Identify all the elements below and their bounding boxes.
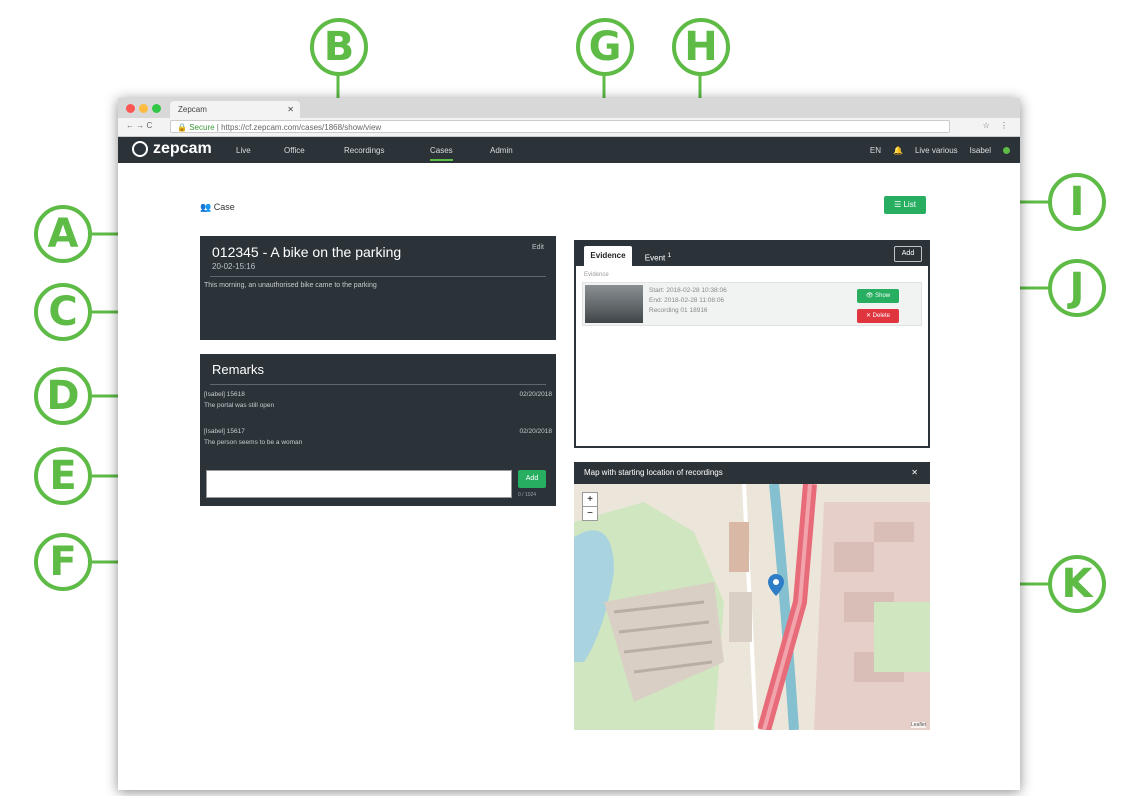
logo-text: zepcam: [153, 140, 212, 157]
address-bar: ← → C 🔒 Secure | https://cf.zepcam.com/c…: [118, 118, 1020, 137]
case-date: 20-02-15:16: [212, 262, 256, 271]
tab-event-label: Event: [644, 253, 666, 263]
delete-button-label: Delete: [872, 313, 891, 319]
online-status-icon: [1003, 147, 1010, 154]
show-button-label: Show: [875, 293, 891, 299]
remark-text: The portal was still open: [204, 402, 275, 409]
tab-event[interactable]: Event 1: [636, 246, 680, 266]
case-description: This morning, an unauthorised bike came …: [204, 282, 377, 289]
char-counter: 0 / 1024: [518, 492, 537, 498]
case-panel: 012345 - A bike on the parking 20-02-15:…: [200, 236, 556, 340]
map-header: Map with starting location of recordings…: [574, 462, 930, 484]
page-title: 👥 Case: [200, 202, 235, 213]
delete-button[interactable]: ✕ Delete: [857, 309, 899, 323]
divider: [210, 276, 546, 277]
callout-f: F: [34, 533, 92, 591]
divider: [210, 384, 546, 385]
nav-admin[interactable]: Admin: [490, 146, 513, 155]
url-text: https://cf.zepcam.com/cases/1868/show/vi…: [221, 123, 382, 132]
nav-right: EN 🔔 Live various Isabel: [870, 146, 1010, 155]
callout-g: G: [576, 18, 634, 76]
case-title: 012345 - A bike on the parking: [212, 244, 402, 260]
map-panel[interactable]: Map with starting location of recordings…: [574, 462, 930, 730]
callout-j: J: [1048, 259, 1106, 317]
secure-label: Secure: [189, 123, 215, 132]
remark-item: [Isabel] 15617 02/20/2018 The person see…: [204, 428, 552, 446]
live-status[interactable]: Live various: [915, 146, 958, 155]
zoom-control[interactable]: + −: [582, 492, 598, 521]
evidence-panel: Evidence Event 1 Add Evidence Start: 201…: [574, 240, 930, 448]
user-menu[interactable]: Isabel: [970, 146, 991, 155]
bell-icon[interactable]: 🔔: [893, 146, 903, 155]
remark-date: 02/20/2018: [519, 428, 552, 435]
remark-text: The person seems to be a woman: [204, 439, 303, 446]
evidence-item: Start: 2018-02-28 10:38:06 End: 2018-02-…: [582, 282, 922, 326]
browser-tabbar: Zepcam ✕: [118, 98, 1020, 118]
close-window-icon[interactable]: [126, 104, 135, 113]
remark-input[interactable]: [206, 470, 512, 498]
map-title: Map with starting location of recordings: [584, 468, 723, 477]
browser-tab[interactable]: Zepcam ✕: [170, 101, 300, 118]
callout-c: C: [34, 283, 92, 341]
add-remark-button[interactable]: Add: [518, 470, 546, 488]
minimize-window-icon[interactable]: [139, 104, 148, 113]
location-marker-icon[interactable]: [768, 574, 784, 596]
browser-tab-title: Zepcam: [178, 105, 207, 114]
show-button[interactable]: 👁 Show: [857, 289, 899, 303]
evidence-start: Start: 2018-02-28 10:38:06: [649, 287, 727, 294]
evidence-tabs: Evidence Event 1 Add: [576, 242, 928, 266]
remarks-title: Remarks: [212, 362, 265, 377]
maximize-window-icon[interactable]: [152, 104, 161, 113]
nav-live[interactable]: Live: [236, 146, 251, 155]
case-people-icon: 👥: [200, 202, 212, 212]
remark-item: [Isabel] 15618 02/20/2018 The portal was…: [204, 391, 552, 409]
nav-office[interactable]: Office: [284, 146, 305, 155]
nav-recordings[interactable]: Recordings: [344, 146, 384, 155]
close-map-icon[interactable]: ✕: [911, 462, 918, 484]
eye-icon: 👁: [865, 293, 874, 299]
map-attribution[interactable]: Leaflet: [910, 722, 926, 728]
callout-d: D: [34, 367, 92, 425]
callout-b: B: [310, 18, 368, 76]
zoom-out-icon[interactable]: −: [583, 506, 597, 520]
language-select[interactable]: EN: [870, 146, 881, 155]
event-count-badge: 1: [667, 252, 672, 259]
list-button-label: List: [903, 200, 916, 209]
remarks-panel: Remarks [Isabel] 15618 02/20/2018 The po…: [200, 354, 556, 506]
remark-author: [Isabel] 15617: [204, 428, 245, 435]
app-navbar: zepcam Live Office Recordings Cases Admi…: [118, 137, 1020, 163]
remark-date: 02/20/2018: [519, 391, 552, 398]
tab-evidence[interactable]: Evidence: [584, 246, 632, 266]
map-canvas[interactable]: [574, 462, 930, 730]
nav-arrows-icon[interactable]: ← → C: [126, 121, 152, 130]
list-icon: ☰: [894, 200, 902, 209]
evidence-recording: Recording 01 18916: [649, 307, 708, 314]
close-tab-icon[interactable]: ✕: [287, 101, 294, 118]
page-title-text: Case: [213, 202, 235, 212]
evidence-meta: Start: 2018-02-28 10:38:06 End: 2018-02-…: [649, 286, 727, 316]
callout-k: K: [1048, 555, 1106, 613]
evidence-end: End: 2018-02-28 11:08:06: [649, 297, 725, 304]
zepcam-logo[interactable]: zepcam: [132, 140, 212, 158]
nav-cases[interactable]: Cases: [430, 146, 453, 161]
zoom-in-icon[interactable]: +: [583, 493, 597, 506]
browser-window: Zepcam ✕ ← → C 🔒 Secure | https://cf.zep…: [118, 98, 1020, 790]
logo-mark-icon: [132, 141, 148, 157]
url-field[interactable]: 🔒 Secure | https://cf.zepcam.com/cases/1…: [170, 120, 950, 133]
close-icon: ✕: [865, 313, 871, 319]
add-evidence-button[interactable]: Add: [894, 246, 922, 262]
recording-thumbnail[interactable]: [585, 285, 643, 323]
list-button[interactable]: ☰ List: [884, 196, 926, 214]
lock-icon: 🔒: [177, 123, 187, 132]
remark-author: [Isabel] 15618: [204, 391, 245, 398]
browser-tools-icon[interactable]: ☆ ⋮: [983, 121, 1012, 130]
callout-a: A: [34, 205, 92, 263]
callout-e: E: [34, 447, 92, 505]
callout-h: H: [672, 18, 730, 76]
edit-button[interactable]: Edit: [532, 244, 544, 251]
callout-i: I: [1048, 173, 1106, 231]
evidence-section-label: Evidence: [584, 272, 609, 278]
